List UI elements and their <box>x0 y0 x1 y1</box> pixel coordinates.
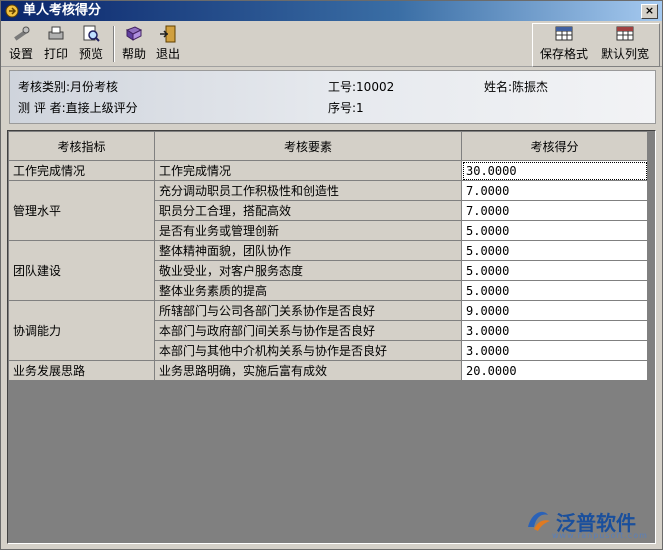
category-cell: 工作完成情况 <box>8 160 155 181</box>
help-book-icon <box>125 26 143 41</box>
element-cell: 整体精神面貌，团队协作 <box>154 240 462 261</box>
grid-save-icon <box>555 26 573 41</box>
table-row: 管理水平 充分调动职员工作积极性和创造性 7.0000 <box>8 180 648 241</box>
header-element[interactable]: 考核要素 <box>154 131 462 161</box>
category-cell: 业务发展思路 <box>8 360 155 381</box>
toolbar-separator <box>113 26 115 62</box>
toolbar: 设置 打印 预览 帮助 退出 保存格式 默认列宽 <box>1 22 662 67</box>
score-cell[interactable]: 5.0000 <box>461 280 648 301</box>
info-panel: 考核类别:月份考核 工号:10002 姓名:陈振杰 测 评 者:直接上级评分 序… <box>9 70 656 124</box>
header-score[interactable]: 考核得分 <box>461 131 648 161</box>
score-cell[interactable]: 3.0000 <box>461 340 648 361</box>
category-cell: 协调能力 <box>8 300 155 361</box>
table-row: 团队建设 整体精神面貌，团队协作 5.0000 <box>8 240 648 301</box>
save-format-label: 保存格式 <box>539 47 588 61</box>
title-bar: 单人考核得分 × <box>1 1 662 21</box>
evaluator-text: 测 评 者:直接上级评分 <box>18 101 138 115</box>
element-cell: 业务思路明确，实施后富有成效 <box>154 360 462 381</box>
exit-door-icon <box>160 25 176 43</box>
element-cell: 本部门与政府部门间关系与协作是否良好 <box>154 320 462 341</box>
header-indicator[interactable]: 考核指标 <box>8 131 155 161</box>
app-window: 单人考核得分 × 设置 打印 预览 帮助 退出 保存格式 默认列宽 考核类别:月… <box>0 0 663 550</box>
score-cell[interactable]: 9.0000 <box>461 300 648 321</box>
element-cell: 整体业务素质的提高 <box>154 280 462 301</box>
setup-button[interactable]: 设置 <box>6 24 36 64</box>
app-icon <box>5 4 19 18</box>
magnifier-icon <box>83 25 100 42</box>
save-format-button[interactable]: 保存格式 <box>535 24 593 64</box>
column-width-icon <box>616 26 634 41</box>
setup-label: 设置 <box>8 47 33 61</box>
preview-button[interactable]: 预览 <box>76 24 106 64</box>
element-cell: 所辖部门与公司各部门关系协作是否良好 <box>154 300 462 321</box>
window-title: 单人考核得分 <box>23 3 102 18</box>
print-button[interactable]: 打印 <box>41 24 71 64</box>
score-cell[interactable]: 5.0000 <box>461 220 648 241</box>
element-cell: 敬业受业，对客户服务态度 <box>154 260 462 281</box>
help-label: 帮助 <box>121 47 146 61</box>
score-table: 考核指标 考核要素 考核得分 工作完成情况 工作完成情况 30.0000 管理水… <box>8 131 648 381</box>
element-cell: 工作完成情况 <box>154 160 462 181</box>
seq-text: 序号:1 <box>328 101 364 115</box>
category-cell: 团队建设 <box>8 240 155 301</box>
default-width-label: 默认列宽 <box>600 47 649 61</box>
default-width-button[interactable]: 默认列宽 <box>596 24 654 64</box>
printer-icon <box>48 26 64 40</box>
print-label: 打印 <box>43 47 68 61</box>
table-row: 工作完成情况 工作完成情况 30.0000 <box>8 160 648 181</box>
table-row: 业务发展思路 业务思路明确，实施后富有成效 20.0000 <box>8 360 648 381</box>
score-cell[interactable]: 7.0000 <box>461 200 648 221</box>
score-cell[interactable]: 3.0000 <box>461 320 648 341</box>
brand-url: www.fanpusoft.com <box>552 531 648 540</box>
wrench-icon <box>14 26 30 41</box>
job-no-text: 工号:10002 <box>328 80 395 94</box>
score-cell[interactable]: 20.0000 <box>461 360 648 381</box>
score-grid-area: 考核指标 考核要素 考核得分 工作完成情况 工作完成情况 30.0000 管理水… <box>7 130 656 544</box>
category-text: 考核类别:月份考核 <box>18 80 119 94</box>
element-cell: 职员分工合理，搭配高效 <box>154 200 462 221</box>
table-row: 协调能力 所辖部门与公司各部门关系协作是否良好 9.0000 <box>8 300 648 361</box>
score-cell[interactable]: 5.0000 <box>461 240 648 261</box>
help-button[interactable]: 帮助 <box>119 24 149 64</box>
brand-logo-icon <box>528 511 550 531</box>
exit-label: 退出 <box>155 47 180 61</box>
score-cell[interactable]: 5.0000 <box>461 260 648 281</box>
exit-button[interactable]: 退出 <box>153 24 183 64</box>
score-cell[interactable]: 30.0000 <box>461 160 648 181</box>
close-button[interactable]: × <box>641 4 658 19</box>
name-text: 姓名:陈振杰 <box>484 80 549 94</box>
table-header-row: 考核指标 考核要素 考核得分 <box>8 131 648 161</box>
score-cell[interactable]: 7.0000 <box>461 180 648 201</box>
element-cell: 本部门与其他中介机构关系与协作是否良好 <box>154 340 462 361</box>
preview-label: 预览 <box>78 47 103 61</box>
category-cell: 管理水平 <box>8 180 155 241</box>
element-cell: 是否有业务或管理创新 <box>154 220 462 241</box>
toolbar-right-group: 保存格式 默认列宽 <box>532 23 660 67</box>
element-cell: 充分调动职员工作积极性和创造性 <box>154 180 462 201</box>
brand-watermark: 泛普软件 www.fanpusoft.com <box>522 505 652 540</box>
